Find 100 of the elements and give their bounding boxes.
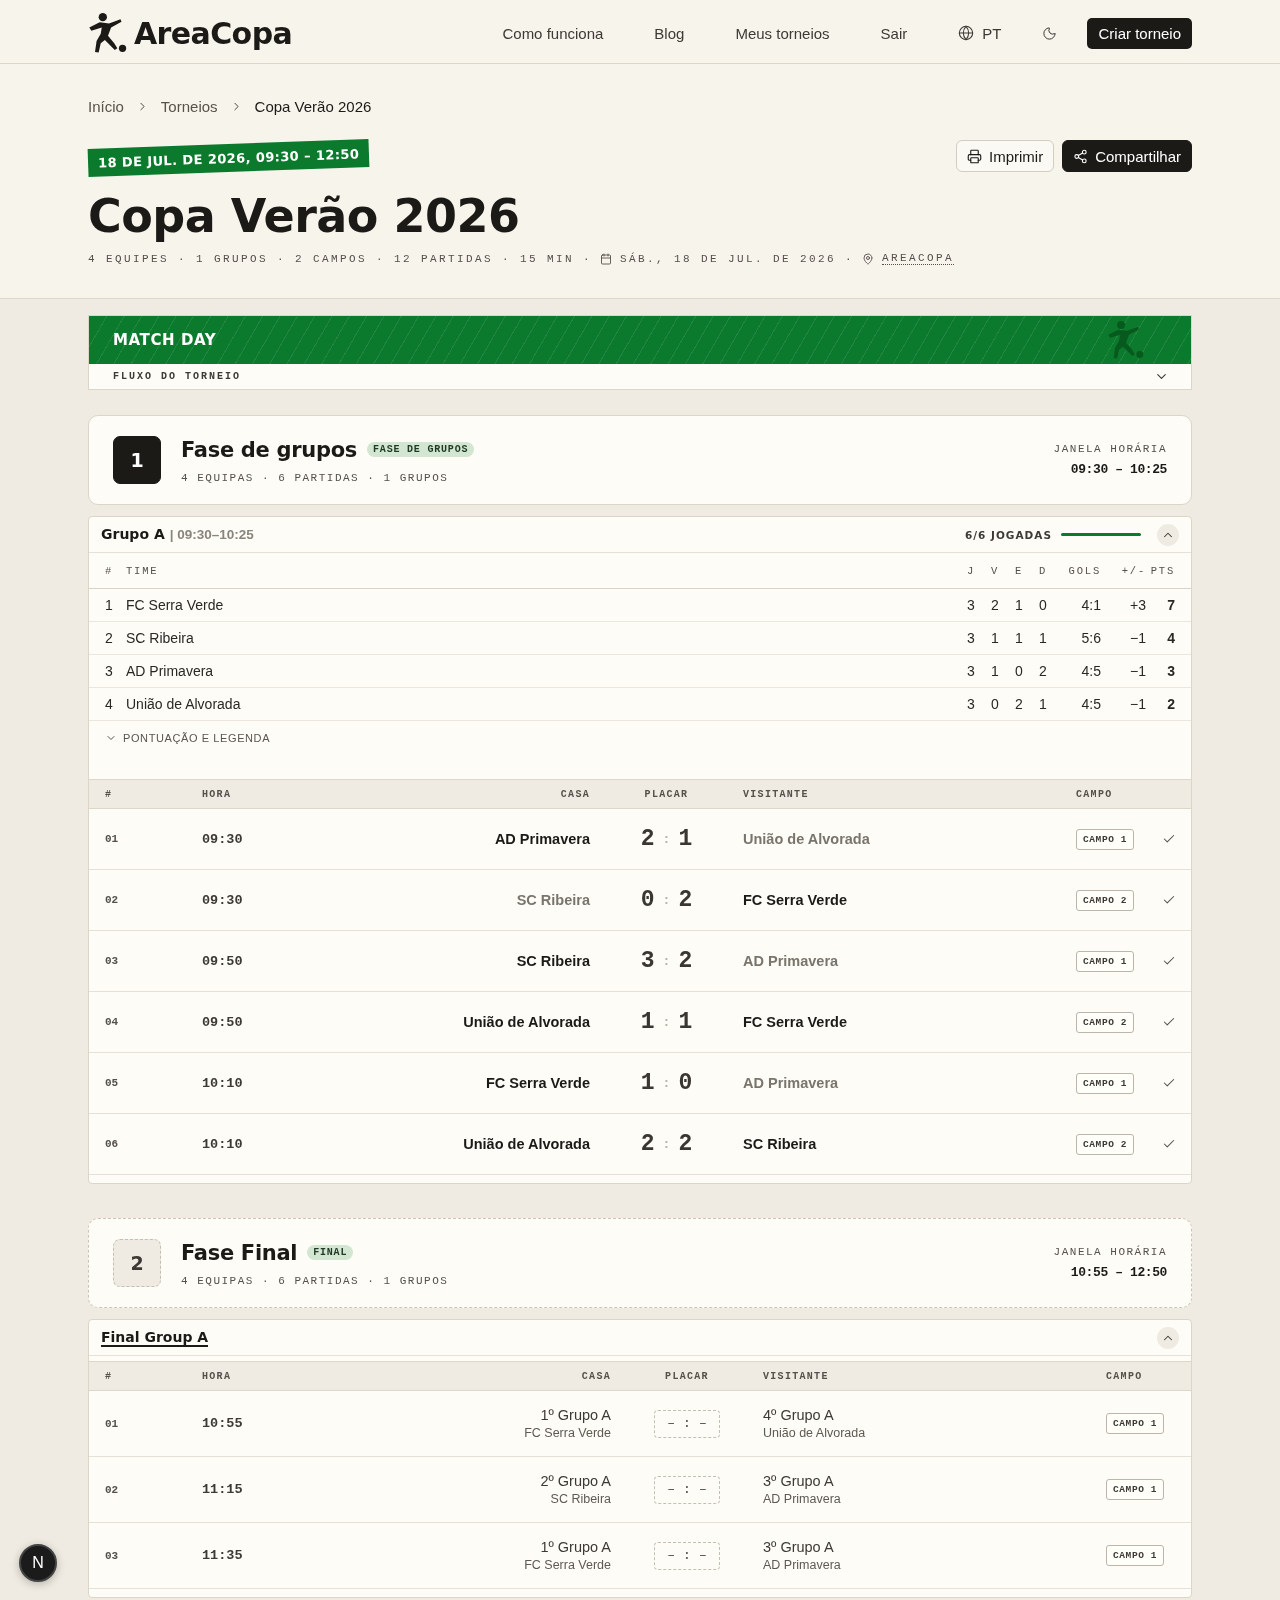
nav-link[interactable]: Blog [654,24,685,42]
field-tag: CAMPO 1 [1076,950,1135,972]
column-header: PLACAR [664,1370,710,1382]
table-cell-text: 0 [1014,663,1024,679]
calendar-icon [600,252,613,265]
table-cell-text: 1 [1038,696,1048,712]
time-window: 10:55 – 12:50 [1070,1265,1167,1280]
brand-name[interactable]: AreaCopa [134,15,293,51]
match-time: 09:30 [202,831,243,847]
team-name: SC Ribeira [516,892,590,908]
table-cell-text: 0 [990,696,1000,712]
date-tag: 18 DE JUL. DE 2026, 09:30 – 12:50 [87,139,370,177]
column-header: J [965,564,977,577]
seed-label: 4º Grupo A [763,1407,834,1423]
map-pin-icon [862,252,875,265]
field-tag: CAMPO 1 [1106,1545,1165,1566]
nav-link[interactable]: Como funciona [502,24,604,42]
column-header: V [989,564,1001,577]
seed-label: 3º Grupo A [763,1473,834,1489]
column-header: CASA [559,788,590,800]
seed-label: 1º Grupo A [540,1539,611,1555]
match-time: 11:15 [202,1482,243,1497]
printer-icon [966,148,982,164]
collapse-button[interactable] [1157,523,1179,546]
match-score: 1 : 0 [640,1070,693,1096]
match-number: 06 [105,1138,119,1150]
table-cell-text: 4:1 [1080,597,1101,613]
points-cell-text: 3 [1166,663,1175,679]
table-cell-text: 2 [1038,663,1048,679]
table-cell-text: 1 [1038,630,1048,646]
match-time: 10:10 [202,1075,243,1091]
time-window: 09:30 – 10:25 [1070,462,1167,477]
nav-link[interactable]: Meus torneios [735,24,830,42]
table-cell-text: 3 [966,696,976,712]
match-time: 09:30 [202,892,243,908]
location-link[interactable]: AREACOPA [882,252,955,265]
team-name: FC Serra Verde [524,1558,611,1572]
column-header: # [105,788,114,800]
breadcrumb-link[interactable]: Torneios [160,97,218,115]
match-time: 10:55 [202,1416,243,1431]
stage-stats: 4 EQUIPAS · 6 PARTIDAS · 1 GRUPOS [181,471,449,484]
seed-label: 3º Grupo A [763,1539,834,1555]
score-field[interactable]: – : – [654,1409,720,1438]
tournament-stats: 4 EQUIPES · 1 GRUPOS · 2 CAMPOS · 12 PARTIDAS · 15 MIN · [88,252,593,265]
banner-title: MATCH DAY [113,331,217,349]
stage-number: 2 [113,1239,161,1287]
table-cell-text: −1 [1129,696,1146,712]
table-cell-text: 4:5 [1080,663,1101,679]
moon-icon[interactable] [1042,25,1058,41]
field-tag: CAMPO 1 [1076,828,1135,850]
match-number: 05 [105,1077,119,1089]
table-cell-text: 2 [1014,696,1024,712]
team-name: AD Primavera [494,831,590,847]
language-button[interactable]: PT [958,24,1002,42]
seed-label: 2º Grupo A [540,1473,611,1489]
team-name: FC Serra Verde [524,1426,611,1440]
stage-title: Fase Final [181,1239,298,1266]
table-cell-text: 3 [966,597,976,613]
column-header: # [105,564,115,577]
match-score: 0 : 2 [640,887,693,913]
team-name: FC Serra Verde [126,597,225,613]
time-window-label: JANELA HORÁRIA [1053,443,1167,455]
team-name: AD Primavera [126,663,215,679]
field-tag: CAMPO 2 [1076,1133,1135,1155]
match-number: 03 [105,955,119,967]
table-cell-text: 3 [966,630,976,646]
current-page-label: Copa Verão 2026 [254,97,372,115]
rank-cell-text: 4 [105,696,114,712]
column-header: CASA [580,1370,611,1382]
share-button[interactable]: Compartilhar [1062,140,1192,172]
column-header: +/- [1120,564,1146,577]
print-button[interactable]: Imprimir [955,140,1055,172]
match-time: 11:35 [202,1548,243,1563]
team-name: União de Alvorada [463,1014,590,1030]
team-name: União de Alvorada [743,831,870,847]
score-field[interactable]: – : – [654,1475,720,1504]
score-field[interactable]: – : – [654,1541,720,1570]
table-cell-text: 2 [990,597,1000,613]
legend-toggle[interactable]: PONTUAÇÃO E LEGENDA [105,731,271,745]
points-cell-text: 4 [1166,630,1175,646]
stage-stats: 4 EQUIPAS · 6 PARTIDAS · 1 GRUPOS [181,1274,449,1287]
seed-label: 1º Grupo A [540,1407,611,1423]
field-tag: CAMPO 1 [1106,1479,1165,1500]
points-cell-text: 2 [1166,696,1175,712]
match-score: 2 : 1 [640,826,693,852]
nav-link[interactable]: Sair [880,24,908,42]
match-number: 01 [105,1417,119,1430]
column-header: HORA [202,1370,233,1382]
team-name: FC Serra Verde [743,1014,847,1030]
breadcrumb-link[interactable]: Início [88,97,124,115]
column-header: TIME [126,564,160,577]
match-number: 01 [105,833,119,845]
field-tag: CAMPO 2 [1076,889,1135,911]
create-tournament-button[interactable]: Criar torneio [1087,17,1192,49]
stage-type-tag: FASE DE GRUPOS [367,442,475,457]
tournament-flow-toggle[interactable]: FLUXO DO TORNEIO [89,364,1191,389]
share-icon [1073,148,1089,164]
group-title[interactable]: Final Group A [101,1328,209,1347]
rank-cell-text: 3 [105,663,114,679]
collapse-button[interactable] [1157,1326,1179,1349]
